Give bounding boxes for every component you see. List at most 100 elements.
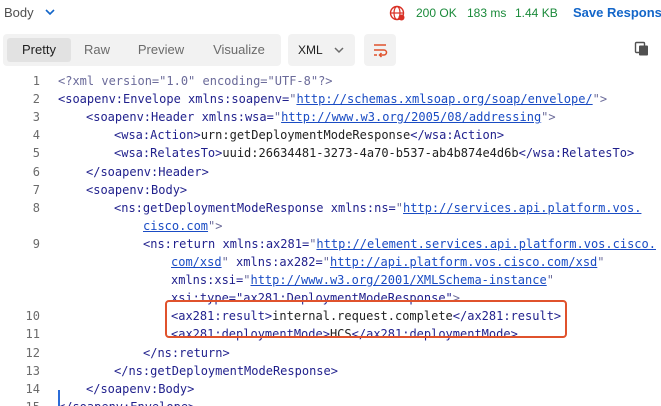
code-token: </ns:getDeploymentModeResponse> bbox=[114, 363, 338, 378]
line-number: 3 bbox=[32, 110, 40, 125]
wrap-lines-button[interactable] bbox=[364, 34, 396, 66]
line-number: 2 bbox=[32, 92, 40, 107]
code-token: </soapenv:Envelope> bbox=[58, 400, 195, 406]
code-text: xmlns:xsi= "http://www.w3.org/2001/XMLSch… bbox=[171, 271, 554, 289]
line-number: 4 bbox=[32, 128, 40, 143]
code-token: xmlns:soapenv= bbox=[188, 92, 290, 107]
code-line: 12 </ns:return> bbox=[0, 344, 661, 362]
line-number: 12 bbox=[25, 345, 40, 360]
line-number: 13 bbox=[25, 363, 40, 378]
highlight-box bbox=[165, 300, 567, 338]
code-token: " bbox=[221, 255, 237, 269]
wrap-lines-icon bbox=[374, 44, 388, 58]
code-text: </ns:return> bbox=[143, 344, 230, 362]
line-number: 1 bbox=[32, 74, 40, 88]
code-text: com/xsd" xmlns:ax282="http://api.platfor… bbox=[171, 253, 605, 271]
code-token: <?xml version="1.0" encoding="UTF-8"?> bbox=[58, 74, 333, 88]
code-token: "> bbox=[541, 110, 556, 125]
save-response-button[interactable]: Save Response bbox=[573, 5, 661, 20]
code-line: 6 </soapenv:Header> bbox=[0, 163, 661, 181]
code-token: "> bbox=[208, 218, 223, 233]
code-link[interactable]: http://www.w3.org/2005/08/addressing bbox=[281, 110, 541, 124]
line-number: 8 bbox=[32, 200, 40, 215]
chevron-down-icon bbox=[334, 47, 344, 54]
code-line: 2 <soapenv:Envelope xmlns:soapenv="http:/… bbox=[0, 90, 661, 108]
code-token: urn:getDeploymentModeResponse bbox=[200, 128, 411, 143]
response-size[interactable]: 1.44 KB bbox=[515, 6, 558, 20]
code-line: 5 <wsa:RelatesTo>uuid:26634481-3273-4a70-… bbox=[0, 144, 661, 162]
code-token: xmlns:xsi= bbox=[171, 273, 244, 288]
code-line: com/xsd" xmlns:ax282="http://api.platfor… bbox=[0, 253, 661, 271]
tab-raw[interactable]: Raw bbox=[71, 38, 123, 62]
code-link[interactable]: http://api.platform.vos.cisco.com/xsd bbox=[330, 255, 597, 269]
response-time[interactable]: 183 ms bbox=[467, 6, 506, 20]
tab-pretty[interactable]: Pretty bbox=[7, 38, 71, 62]
code-line: 1 <?xml version="1.0" encoding="UTF-8"?> bbox=[0, 72, 661, 90]
code-token: "> bbox=[592, 92, 608, 107]
code-line: 9 <ns:return xmlns:ax281="http://element.… bbox=[0, 235, 661, 253]
code-token: <soapenv:Header bbox=[86, 110, 202, 125]
code-token: <ns:getDeploymentModeResponse bbox=[114, 200, 331, 215]
status-code[interactable]: 200 OK bbox=[416, 6, 457, 20]
code-token: " bbox=[546, 273, 554, 288]
code-token: " bbox=[597, 255, 605, 269]
copy-icon[interactable] bbox=[634, 41, 650, 57]
code-line: cisco.com"> bbox=[0, 217, 661, 235]
code-line: 14 </soapenv:Body> bbox=[0, 380, 661, 398]
code-text: <soapenv:Header xmlns:wsa="http://www.w3… bbox=[86, 108, 556, 126]
code-line: 15 </soapenv:Envelope> bbox=[0, 398, 661, 406]
globe-icon[interactable] bbox=[389, 5, 405, 21]
code-text: <ns:return xmlns:ax281="http://element.s… bbox=[143, 235, 656, 253]
code-token: <wsa:Action> bbox=[114, 128, 201, 143]
line-number: 10 bbox=[25, 309, 40, 324]
code-text: <wsa:Action>urn:getDeploymentModeRespons… bbox=[114, 126, 504, 144]
code-text: </soapenv:Body> bbox=[86, 380, 194, 398]
code-token: <soapenv:Body> bbox=[86, 182, 188, 197]
code-token: xmlns:ax282= bbox=[236, 255, 323, 269]
tab-visualize[interactable]: Visualize bbox=[201, 38, 277, 62]
code-text: <wsa:RelatesTo>uuid:26634481-3273-4a70-b… bbox=[114, 144, 634, 162]
line-number: 7 bbox=[32, 182, 40, 197]
code-link[interactable]: http://schemas.xmlsoap.org/soap/envelope… bbox=[296, 92, 592, 106]
code-token: " bbox=[395, 200, 404, 215]
code-viewer[interactable]: 1 <?xml version="1.0" encoding="UTF-8"?> 2… bbox=[0, 70, 661, 406]
code-text: <ns:getDeploymentModeResponse xmlns:ns="… bbox=[114, 199, 641, 217]
code-link[interactable]: http://www.w3.org/2001/XMLSchema-instanc… bbox=[250, 273, 546, 287]
code-token: xmlns:wsa= bbox=[201, 110, 274, 125]
code-link[interactable]: http://element.services.api.platform.vos… bbox=[316, 237, 656, 251]
code-text: <soapenv:Body> bbox=[86, 181, 187, 199]
code-line: 3 <soapenv:Header xmlns:wsa="http://www.w… bbox=[0, 108, 661, 126]
code-text: <?xml version="1.0" encoding="UTF-8"?> bbox=[58, 72, 333, 90]
code-token: </wsa:RelatesTo> bbox=[518, 146, 635, 161]
code-token: <wsa:RelatesTo> bbox=[114, 146, 223, 161]
view-mode-tabs: Pretty Raw Preview Visualize bbox=[3, 34, 281, 66]
code-line: 7 <soapenv:Body> bbox=[0, 181, 661, 199]
code-text: <soapenv:Envelope xmlns:soapenv="http://… bbox=[58, 90, 607, 108]
body-dropdown-label[interactable]: Body bbox=[4, 5, 34, 20]
code-token: " bbox=[322, 255, 330, 269]
line-number: 14 bbox=[25, 381, 40, 396]
cursor-marker bbox=[58, 390, 60, 406]
format-select[interactable]: XML bbox=[288, 34, 355, 66]
code-link[interactable]: http://services.api.platform.vos. bbox=[403, 201, 641, 215]
line-number: 15 bbox=[0, 398, 40, 406]
code-link[interactable]: com/xsd bbox=[171, 255, 222, 269]
code-token: " bbox=[273, 110, 282, 125]
code-token: xmlns:ax281= bbox=[222, 236, 310, 251]
chevron-down-icon[interactable] bbox=[44, 5, 56, 19]
code-token: </wsa:Action> bbox=[410, 128, 505, 143]
line-number: 5 bbox=[32, 146, 40, 161]
line-number: 11 bbox=[25, 327, 40, 342]
code-text: </soapenv:Envelope> bbox=[58, 398, 195, 406]
code-line: 4 <wsa:Action>urn:getDeploymentModeRespon… bbox=[0, 126, 661, 144]
tab-preview[interactable]: Preview bbox=[125, 38, 197, 62]
code-text: cisco.com"> bbox=[143, 217, 222, 235]
code-token: </soapenv:Header> bbox=[86, 164, 209, 179]
code-text: </ns:getDeploymentModeResponse> bbox=[114, 362, 338, 380]
line-number: 9 bbox=[32, 236, 40, 251]
code-link[interactable]: cisco.com bbox=[143, 219, 208, 233]
code-line: 8 <ns:getDeploymentModeResponse xmlns:ns=… bbox=[0, 199, 661, 217]
code-line: xmlns:xsi= "http://www.w3.org/2001/XMLSch… bbox=[0, 271, 661, 289]
code-token: <soapenv:Envelope bbox=[58, 92, 189, 107]
line-number: 6 bbox=[32, 164, 40, 179]
